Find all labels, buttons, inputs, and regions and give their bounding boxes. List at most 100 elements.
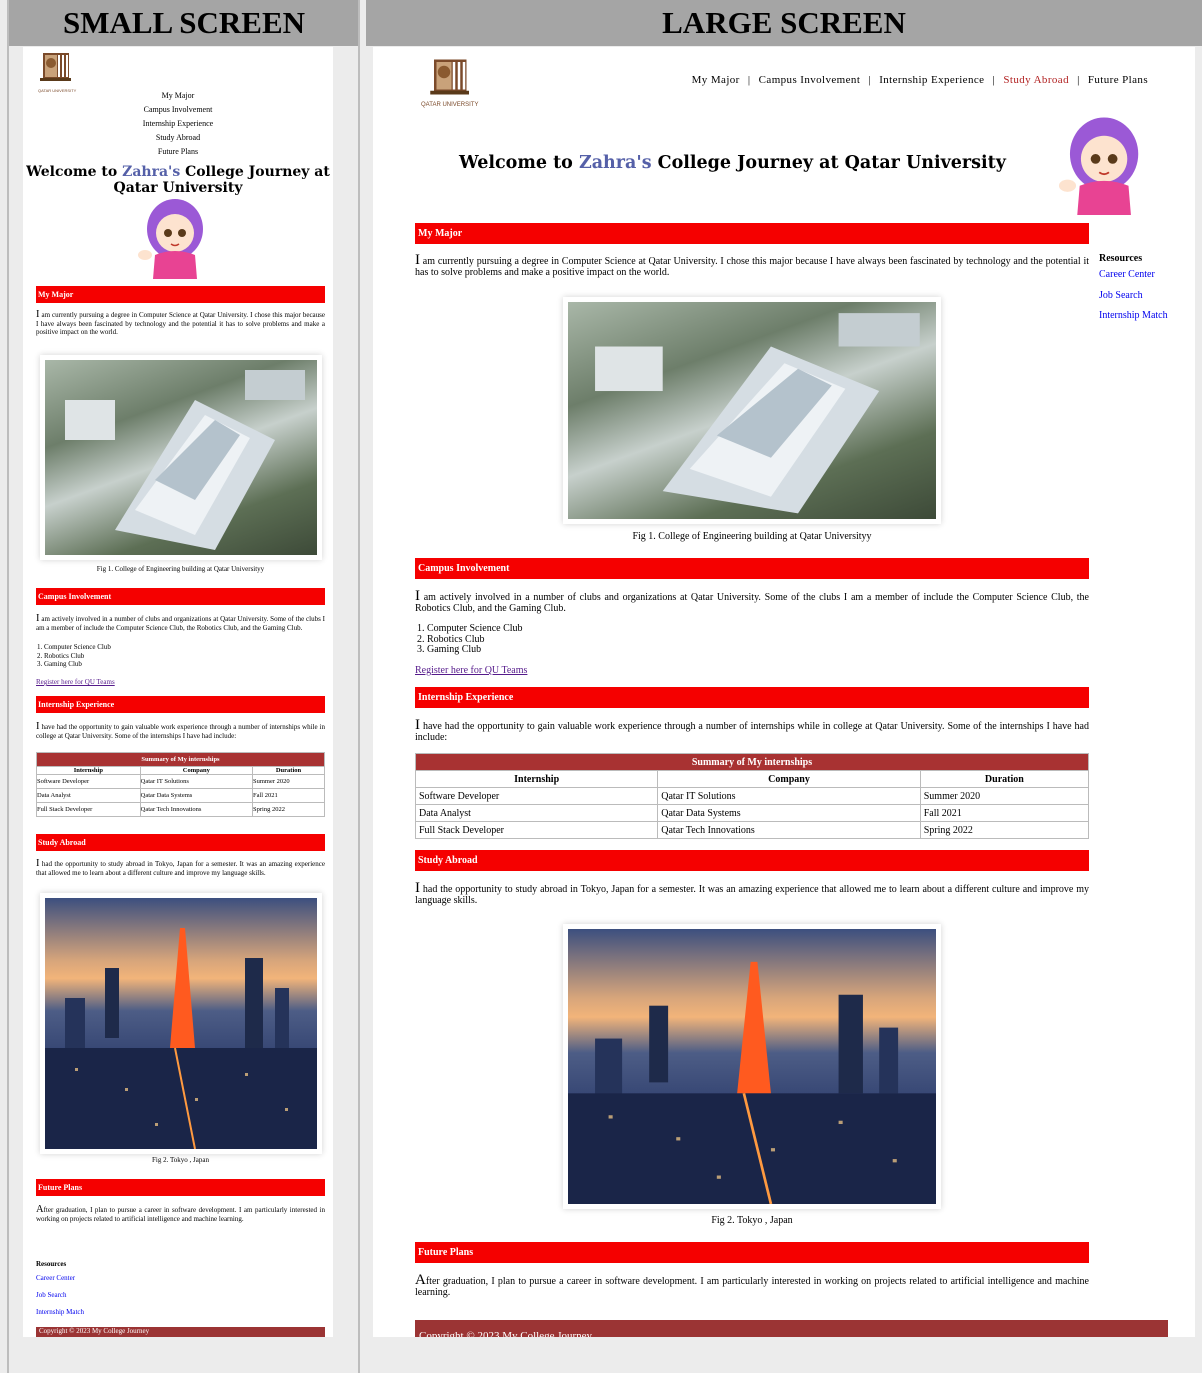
tokyo-skyline	[568, 961, 936, 1205]
job-search-link[interactable]: Job Search	[1099, 290, 1143, 301]
divider-left	[7, 0, 9, 1373]
tokyo-image	[45, 898, 317, 1150]
section-heading-internship-experience: Internship Experience	[415, 687, 1089, 708]
tokyo-image	[568, 929, 936, 1205]
table-row: Data Analyst Qatar Data Systems Fall 2021	[414, 804, 1090, 822]
resources-heading: Resources	[36, 1260, 67, 1268]
table-cell: Qatar IT Solutions	[657, 787, 921, 805]
table-cell: Summer 2020	[251, 774, 326, 789]
career-center-link[interactable]: Career Center	[36, 1274, 75, 1282]
column-header: Company	[657, 770, 921, 788]
nav-future-plans[interactable]: Future Plans	[23, 145, 333, 159]
nav-internship-experience[interactable]: Internship Experience	[23, 117, 333, 131]
future-plans-paragraph: After graduation, I plan to pursue a car…	[415, 1272, 1089, 1299]
university-logo[interactable]: QATAR UNIVERSITY	[38, 51, 76, 93]
career-center-link[interactable]: Career Center	[1099, 269, 1155, 280]
building-illustration	[65, 370, 305, 550]
internships-table: Summary of My internships Internship Com…	[414, 753, 1090, 839]
my-major-paragraph: I am currently pursuing a degree in Comp…	[36, 309, 325, 336]
internship-match-link[interactable]: Internship Match	[1099, 310, 1168, 321]
logo-text: QATAR UNIVERSITY	[421, 102, 479, 108]
section-heading-study-abroad: Study Abroad	[415, 850, 1089, 871]
building-illustration	[595, 313, 920, 514]
nav-separator: |	[1077, 74, 1080, 86]
nav-campus-involvement[interactable]: Campus Involvement	[23, 103, 333, 117]
nav-internship-experience[interactable]: Internship Experience	[879, 74, 984, 86]
logo-icon	[40, 53, 71, 81]
figure-2-caption: Fig 2. Tokyo , Japan	[711, 1215, 793, 1226]
internship-paragraph: I have had the opportunity to gain valua…	[415, 717, 1089, 744]
nav-campus-involvement[interactable]: Campus Involvement	[759, 74, 861, 86]
figure-tokyo	[563, 924, 941, 1209]
list-item: 2. Robotics Club	[37, 651, 85, 660]
large-nav: My Major | Campus Involvement | Internsh…	[692, 74, 1148, 86]
avatar-mascot	[1053, 115, 1143, 215]
figure-1-caption: Fig 1. College of Engineering building a…	[96, 565, 265, 573]
column-header: Company	[139, 766, 253, 775]
table-cell: Qatar Data Systems	[139, 788, 253, 803]
register-qu-teams-link[interactable]: Register here for QU Teams	[36, 678, 115, 686]
section-heading-campus-involvement: Campus Involvement	[36, 588, 325, 605]
table-cell: Software Developer	[36, 774, 141, 789]
table-cell: Fall 2021	[251, 788, 326, 803]
table-header-row: Internship Company Duration	[36, 766, 326, 775]
nav-separator: |	[747, 74, 751, 86]
table-cell: Qatar Data Systems	[657, 804, 921, 822]
internship-match-link[interactable]: Internship Match	[36, 1308, 84, 1316]
nav-separator: |	[868, 74, 872, 86]
footer: Copyright © 2023 My College Journey	[36, 1327, 325, 1337]
job-search-link[interactable]: Job Search	[36, 1291, 67, 1299]
study-abroad-paragraph: I had the opportunity to study abroad in…	[415, 880, 1089, 907]
column-header: Duration	[251, 766, 326, 775]
column-header: Internship	[36, 766, 141, 775]
table-cell: Spring 2022	[919, 821, 1090, 839]
register-qu-teams-link[interactable]: Register here for QU Teams	[415, 665, 527, 676]
figure-engineering-building	[40, 355, 322, 560]
list-item: 1. Computer Science Club	[37, 643, 111, 651]
table-cell: Data Analyst	[414, 804, 659, 822]
table-header-row: Internship Company Duration	[414, 770, 1090, 788]
campus-involvement-paragraph: I am actively involved in a number of cl…	[415, 588, 1089, 615]
avatar-icon	[138, 199, 203, 279]
page-title: Welcome to Zahra's College Journey at Qa…	[459, 153, 1006, 173]
section-heading-my-major: My Major	[36, 286, 325, 303]
table-row: Full Stack Developer Qatar Tech Innovatio…	[414, 821, 1090, 839]
nav-my-major[interactable]: My Major	[692, 74, 740, 86]
table-cell: Qatar IT Solutions	[139, 774, 253, 789]
avatar-icon	[1058, 117, 1139, 215]
internships-table: Summary of My internships Internship Com…	[36, 752, 326, 817]
table-cell: Software Developer	[414, 787, 659, 805]
nav-separator: |	[992, 74, 996, 86]
list-item: 3. Gaming Club	[417, 644, 482, 655]
table-row: Software Developer Qatar IT Solutions Summ…	[36, 774, 326, 789]
list-item: 3. Gaming Club	[37, 660, 82, 668]
nav-future-plans[interactable]: Future Plans	[1088, 74, 1148, 86]
small-screen-page: QATAR UNIVERSITY My Major Campus Involve…	[23, 47, 333, 1337]
section-heading-campus-involvement: Campus Involvement	[415, 558, 1089, 579]
nav-study-abroad[interactable]: Study Abroad	[23, 131, 333, 145]
figure-2-caption: Fig 2. Tokyo , Japan	[152, 1156, 209, 1164]
table-caption: Summary of My internships	[36, 752, 325, 767]
column-header: Duration	[919, 770, 1090, 788]
university-logo[interactable]: QATAR UNIVERSITY	[421, 57, 479, 109]
divider-middle	[358, 0, 360, 1373]
my-major-paragraph: I am currently pursuing a degree in Comp…	[415, 252, 1089, 279]
nav-my-major[interactable]: My Major	[23, 89, 333, 103]
engineering-building-image	[45, 360, 317, 555]
title-name: Zahra's	[122, 164, 181, 180]
footer: Copyright © 2023 My College Journey	[415, 1320, 1168, 1337]
table-row: Data Analyst Qatar Data Systems Fall 2021	[36, 788, 326, 803]
study-abroad-paragraph: I had the opportunity to study abroad in…	[36, 858, 325, 877]
resources-heading: Resources	[1099, 253, 1143, 264]
section-heading-my-major: My Major	[415, 223, 1089, 244]
figure-engineering-building	[563, 297, 941, 524]
clubs-list: 1. Computer Science Club 2. Robotics Clu…	[37, 643, 111, 669]
section-heading-future-plans: Future Plans	[415, 1242, 1089, 1263]
nav-study-abroad[interactable]: Study Abroad	[1003, 74, 1069, 86]
small-nav: My Major Campus Involvement Internship E…	[23, 89, 333, 159]
table-cell: Qatar Tech Innovations	[139, 802, 253, 817]
table-cell: Spring 2022	[251, 802, 326, 817]
table-cell: Full Stack Developer	[36, 802, 141, 817]
large-screen-page: QATAR UNIVERSITY My Major | Campus Invol…	[373, 47, 1195, 1337]
campus-involvement-paragraph: I am actively involved in a number of cl…	[36, 613, 325, 632]
